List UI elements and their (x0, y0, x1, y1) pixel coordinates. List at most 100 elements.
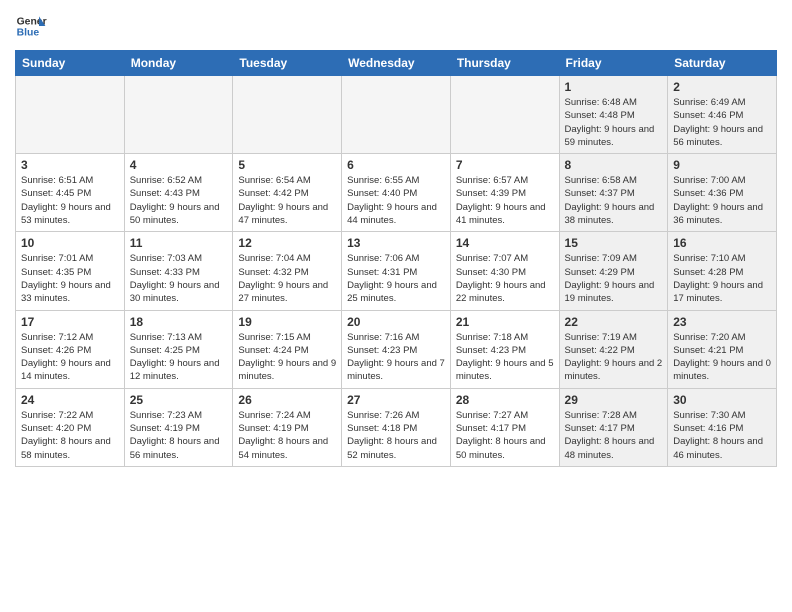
calendar-table: SundayMondayTuesdayWednesdayThursdayFrid… (15, 50, 777, 467)
day-number: 28 (456, 393, 554, 407)
calendar-week-row: 17 Sunrise: 7:12 AM Sunset: 4:26 PM Dayli… (16, 310, 777, 388)
day-info: Sunrise: 7:10 AM Sunset: 4:28 PM Dayligh… (673, 252, 771, 305)
day-info: Sunrise: 7:30 AM Sunset: 4:16 PM Dayligh… (673, 409, 771, 462)
calendar-day-cell: 12 Sunrise: 7:04 AM Sunset: 4:32 PM Dayli… (233, 232, 342, 310)
day-number: 17 (21, 315, 119, 329)
calendar-day-cell: 22 Sunrise: 7:19 AM Sunset: 4:22 PM Dayli… (559, 310, 668, 388)
day-info: Sunrise: 7:03 AM Sunset: 4:33 PM Dayligh… (130, 252, 228, 305)
day-info: Sunrise: 7:16 AM Sunset: 4:23 PM Dayligh… (347, 331, 445, 384)
calendar-day-cell (233, 76, 342, 154)
day-info: Sunrise: 7:06 AM Sunset: 4:31 PM Dayligh… (347, 252, 445, 305)
calendar-day-cell: 9 Sunrise: 7:00 AM Sunset: 4:36 PM Daylig… (668, 154, 777, 232)
day-number: 6 (347, 158, 445, 172)
calendar-day-cell: 27 Sunrise: 7:26 AM Sunset: 4:18 PM Dayli… (342, 388, 451, 466)
calendar-day-cell: 11Sunrise: 7:03 AM Sunset: 4:33 PM Dayli… (124, 232, 233, 310)
weekday-header: Saturday (668, 51, 777, 76)
calendar-body: 1Sunrise: 6:48 AM Sunset: 4:48 PM Daylig… (16, 76, 777, 467)
day-number: 13 (347, 236, 445, 250)
day-number: 23 (673, 315, 771, 329)
logo-icon: General Blue (15, 10, 47, 42)
calendar-day-cell: 13 Sunrise: 7:06 AM Sunset: 4:31 PM Dayli… (342, 232, 451, 310)
day-info: Sunrise: 7:22 AM Sunset: 4:20 PM Dayligh… (21, 409, 119, 462)
calendar-day-cell: 14Sunrise: 7:07 AM Sunset: 4:30 PM Dayli… (450, 232, 559, 310)
day-info: Sunrise: 7:27 AM Sunset: 4:17 PM Dayligh… (456, 409, 554, 462)
day-number: 2 (673, 80, 771, 94)
day-number: 10 (21, 236, 119, 250)
day-number: 3 (21, 158, 119, 172)
calendar-day-cell: 24 Sunrise: 7:22 AM Sunset: 4:20 PM Dayli… (16, 388, 125, 466)
day-number: 27 (347, 393, 445, 407)
weekday-header: Wednesday (342, 51, 451, 76)
weekday-header: Monday (124, 51, 233, 76)
day-info: Sunrise: 6:52 AM Sunset: 4:43 PM Dayligh… (130, 174, 228, 227)
day-number: 7 (456, 158, 554, 172)
calendar-day-cell: 16 Sunrise: 7:10 AM Sunset: 4:28 PM Dayli… (668, 232, 777, 310)
calendar-week-row: 24 Sunrise: 7:22 AM Sunset: 4:20 PM Dayli… (16, 388, 777, 466)
day-info: Sunrise: 7:26 AM Sunset: 4:18 PM Dayligh… (347, 409, 445, 462)
calendar-day-cell: 4 Sunrise: 6:52 AM Sunset: 4:43 PM Daylig… (124, 154, 233, 232)
day-number: 26 (238, 393, 336, 407)
main-container: General Blue SundayMondayTuesdayWednesda… (0, 0, 792, 472)
day-number: 24 (21, 393, 119, 407)
day-info: Sunrise: 7:13 AM Sunset: 4:25 PM Dayligh… (130, 331, 228, 384)
svg-text:Blue: Blue (17, 28, 40, 39)
calendar-day-cell: 17 Sunrise: 7:12 AM Sunset: 4:26 PM Dayli… (16, 310, 125, 388)
day-number: 4 (130, 158, 228, 172)
calendar-day-cell: 7Sunrise: 6:57 AM Sunset: 4:39 PM Daylig… (450, 154, 559, 232)
calendar-week-row: 1Sunrise: 6:48 AM Sunset: 4:48 PM Daylig… (16, 76, 777, 154)
day-number: 12 (238, 236, 336, 250)
day-info: Sunrise: 7:24 AM Sunset: 4:19 PM Dayligh… (238, 409, 336, 462)
header: General Blue (15, 10, 777, 42)
calendar-day-cell: 18 Sunrise: 7:13 AM Sunset: 4:25 PM Dayli… (124, 310, 233, 388)
day-info: Sunrise: 7:18 AM Sunset: 4:23 PM Dayligh… (456, 331, 554, 384)
day-info: Sunrise: 7:23 AM Sunset: 4:19 PM Dayligh… (130, 409, 228, 462)
calendar-day-cell: 6 Sunrise: 6:55 AM Sunset: 4:40 PM Daylig… (342, 154, 451, 232)
day-info: Sunrise: 6:58 AM Sunset: 4:37 PM Dayligh… (565, 174, 663, 227)
day-number: 22 (565, 315, 663, 329)
day-info: Sunrise: 7:09 AM Sunset: 4:29 PM Dayligh… (565, 252, 663, 305)
day-number: 9 (673, 158, 771, 172)
day-number: 18 (130, 315, 228, 329)
day-number: 21 (456, 315, 554, 329)
day-number: 16 (673, 236, 771, 250)
calendar-day-cell: 28 Sunrise: 7:27 AM Sunset: 4:17 PM Dayli… (450, 388, 559, 466)
calendar-week-row: 10Sunrise: 7:01 AM Sunset: 4:35 PM Dayli… (16, 232, 777, 310)
day-info: Sunrise: 7:12 AM Sunset: 4:26 PM Dayligh… (21, 331, 119, 384)
calendar-day-cell: 15 Sunrise: 7:09 AM Sunset: 4:29 PM Dayli… (559, 232, 668, 310)
calendar-day-cell: 8 Sunrise: 6:58 AM Sunset: 4:37 PM Daylig… (559, 154, 668, 232)
weekday-header: Friday (559, 51, 668, 76)
calendar-header-row: SundayMondayTuesdayWednesdayThursdayFrid… (16, 51, 777, 76)
calendar-day-cell: 29Sunrise: 7:28 AM Sunset: 4:17 PM Dayli… (559, 388, 668, 466)
day-info: Sunrise: 7:00 AM Sunset: 4:36 PM Dayligh… (673, 174, 771, 227)
calendar-day-cell (342, 76, 451, 154)
day-info: Sunrise: 7:07 AM Sunset: 4:30 PM Dayligh… (456, 252, 554, 305)
day-number: 20 (347, 315, 445, 329)
calendar-day-cell: 23 Sunrise: 7:20 AM Sunset: 4:21 PM Dayli… (668, 310, 777, 388)
day-info: Sunrise: 6:48 AM Sunset: 4:48 PM Dayligh… (565, 96, 663, 149)
logo: General Blue (15, 10, 47, 42)
day-number: 8 (565, 158, 663, 172)
day-number: 15 (565, 236, 663, 250)
calendar-day-cell: 3 Sunrise: 6:51 AM Sunset: 4:45 PM Daylig… (16, 154, 125, 232)
calendar-day-cell (450, 76, 559, 154)
calendar-day-cell: 1Sunrise: 6:48 AM Sunset: 4:48 PM Daylig… (559, 76, 668, 154)
weekday-header: Tuesday (233, 51, 342, 76)
day-number: 30 (673, 393, 771, 407)
day-info: Sunrise: 6:55 AM Sunset: 4:40 PM Dayligh… (347, 174, 445, 227)
day-info: Sunrise: 6:49 AM Sunset: 4:46 PM Dayligh… (673, 96, 771, 149)
day-info: Sunrise: 6:51 AM Sunset: 4:45 PM Dayligh… (21, 174, 119, 227)
calendar-day-cell: 21 Sunrise: 7:18 AM Sunset: 4:23 PM Dayli… (450, 310, 559, 388)
calendar-day-cell (16, 76, 125, 154)
calendar-day-cell: 2 Sunrise: 6:49 AM Sunset: 4:46 PM Daylig… (668, 76, 777, 154)
day-info: Sunrise: 7:19 AM Sunset: 4:22 PM Dayligh… (565, 331, 663, 384)
day-info: Sunrise: 7:28 AM Sunset: 4:17 PM Dayligh… (565, 409, 663, 462)
day-number: 5 (238, 158, 336, 172)
weekday-header: Thursday (450, 51, 559, 76)
day-info: Sunrise: 7:20 AM Sunset: 4:21 PM Dayligh… (673, 331, 771, 384)
day-number: 25 (130, 393, 228, 407)
calendar-day-cell: 30 Sunrise: 7:30 AM Sunset: 4:16 PM Dayli… (668, 388, 777, 466)
day-info: Sunrise: 7:04 AM Sunset: 4:32 PM Dayligh… (238, 252, 336, 305)
calendar-day-cell: 26 Sunrise: 7:24 AM Sunset: 4:19 PM Dayli… (233, 388, 342, 466)
calendar-day-cell: 25 Sunrise: 7:23 AM Sunset: 4:19 PM Dayli… (124, 388, 233, 466)
calendar-day-cell: 5Sunrise: 6:54 AM Sunset: 4:42 PM Daylig… (233, 154, 342, 232)
